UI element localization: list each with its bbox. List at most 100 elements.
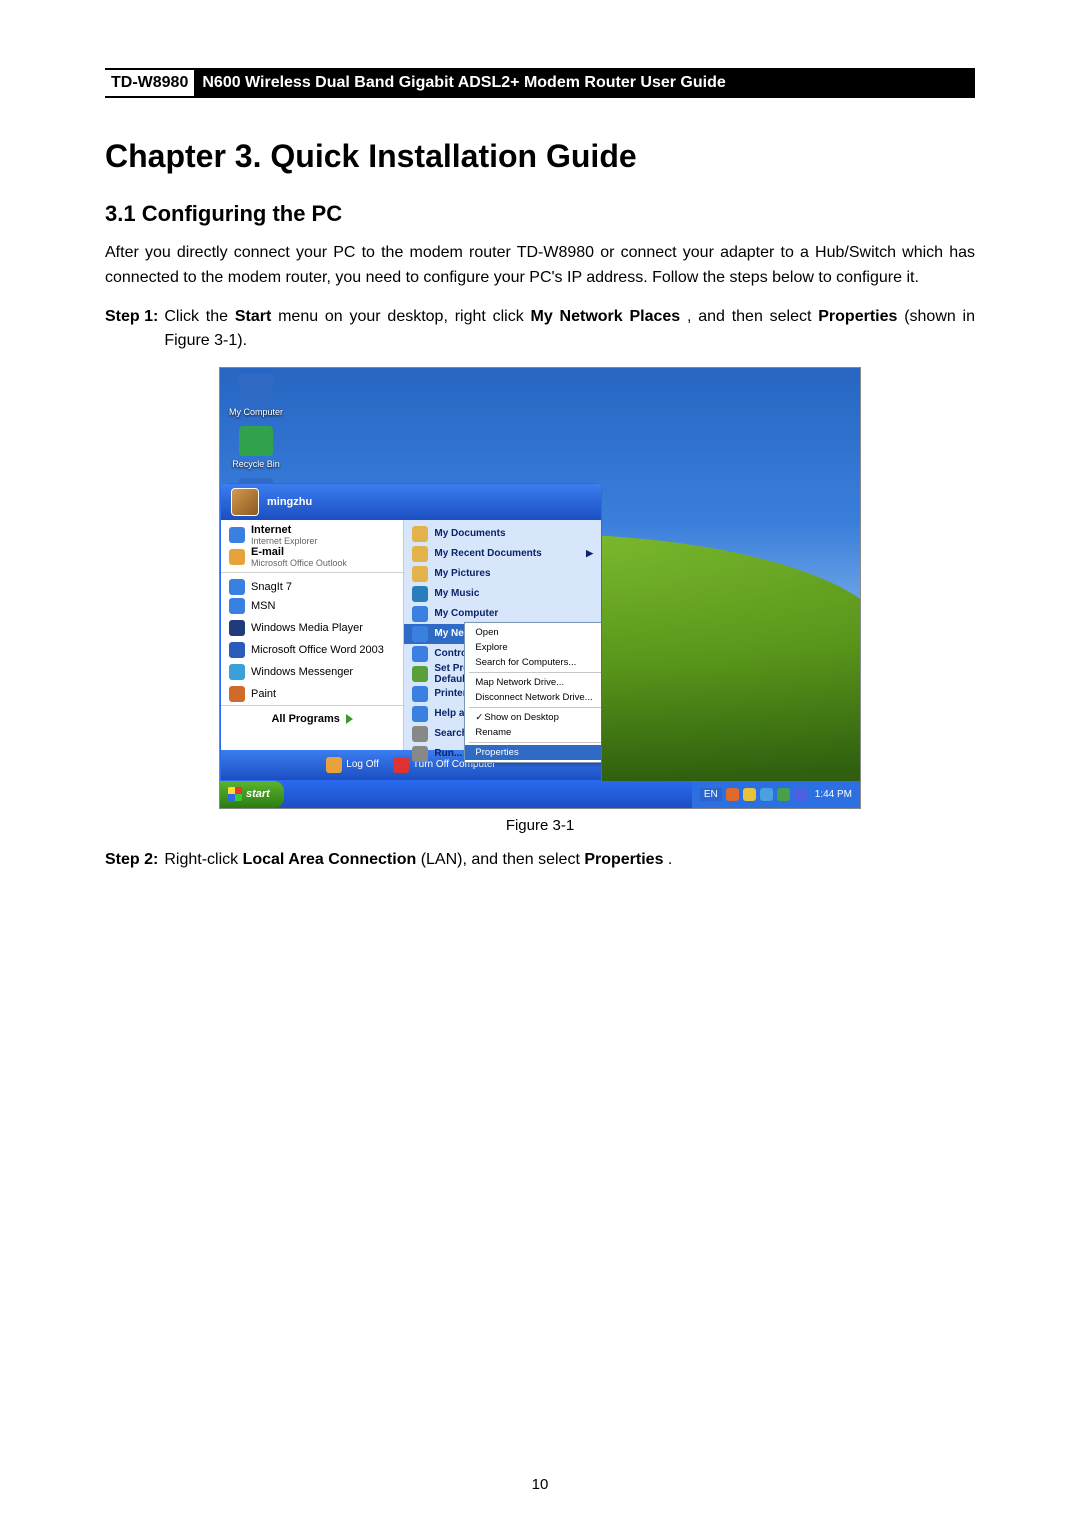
step-1-label: Step 1: xyxy=(105,305,158,353)
step-2-text: Right-click xyxy=(164,851,242,868)
all-programs-label: All Programs xyxy=(271,713,339,725)
control-panel-icon xyxy=(412,646,428,662)
start-item-title: E-mail xyxy=(251,546,347,558)
app-icon xyxy=(229,579,245,595)
start-item-title: MSN xyxy=(251,600,275,612)
ctx-label: Show on Desktop xyxy=(484,712,558,723)
tray-icon[interactable] xyxy=(743,788,756,801)
language-indicator[interactable]: EN xyxy=(700,788,722,801)
start-item-subtitle: Microsoft Office Outlook xyxy=(251,558,347,568)
folder-icon xyxy=(412,586,428,602)
tray-icon[interactable] xyxy=(726,788,739,801)
start-menu-header: mingzhu xyxy=(221,484,601,520)
start-right-label: My Recent Documents xyxy=(434,548,541,559)
logoff-button[interactable]: Log Off xyxy=(326,757,379,773)
header-bar: TD-W8980 N600 Wireless Dual Band Gigabit… xyxy=(105,68,975,98)
internet-icon xyxy=(229,527,245,543)
start-right-label: My Music xyxy=(434,588,479,599)
app-icon xyxy=(229,620,245,636)
figure-screenshot: My Computer Recycle Bin My Network Place… xyxy=(219,367,861,809)
start-item-title: SnagIt 7 xyxy=(251,581,292,593)
app-icon xyxy=(229,664,245,680)
ctx-disconnect-drive[interactable]: Disconnect Network Drive... xyxy=(465,690,602,705)
ctx-show-desktop[interactable]: ✓Show on Desktop xyxy=(465,710,602,725)
printer-icon xyxy=(412,686,428,702)
ctx-separator xyxy=(469,742,601,743)
start-right-label: My Documents xyxy=(434,528,505,539)
start-item-subtitle: Internet Explorer xyxy=(251,536,318,546)
start-item-title: Microsoft Office Word 2003 xyxy=(251,644,384,656)
ctx-properties[interactable]: Properties xyxy=(465,745,602,760)
start-right-mycomputer[interactable]: My Computer xyxy=(404,604,601,624)
taskbar-clock: 1:44 PM xyxy=(815,789,852,800)
start-item-email[interactable]: E-mail Microsoft Office Outlook xyxy=(221,546,403,568)
start-item-wmp[interactable]: Windows Media Player xyxy=(221,617,403,639)
step-1-text: Click the xyxy=(164,308,235,325)
step-2-bold-lan: Local Area Connection xyxy=(243,851,417,868)
page-number: 10 xyxy=(0,1476,1080,1493)
start-right-pictures[interactable]: My Pictures xyxy=(404,564,601,584)
start-right-music[interactable]: My Music xyxy=(404,584,601,604)
ctx-separator xyxy=(469,672,601,673)
start-item-word[interactable]: Microsoft Office Word 2003 xyxy=(221,639,403,661)
app-icon xyxy=(229,598,245,614)
start-item-messenger[interactable]: Windows Messenger xyxy=(221,661,403,683)
ctx-map-drive[interactable]: Map Network Drive... xyxy=(465,675,602,690)
start-button-label: start xyxy=(246,788,270,800)
step-2-text: . xyxy=(668,851,672,868)
arrow-right-icon xyxy=(346,714,353,724)
step-2-text: (LAN), and then select xyxy=(421,851,585,868)
tray-icon[interactable] xyxy=(777,788,790,801)
desktop-icon-my-computer[interactable]: My Computer xyxy=(226,374,286,417)
tray-icon[interactable] xyxy=(760,788,773,801)
start-item-paint[interactable]: Paint xyxy=(221,683,403,705)
start-menu-left-column: Internet Internet Explorer E-mail Micros… xyxy=(221,520,404,750)
start-item-msn[interactable]: MSN xyxy=(221,595,403,617)
folder-icon xyxy=(412,526,428,542)
email-icon xyxy=(229,549,245,565)
start-menu-username: mingzhu xyxy=(267,496,312,508)
start-item-title: Windows Messenger xyxy=(251,666,353,678)
folder-icon xyxy=(412,566,428,582)
program-access-icon xyxy=(412,666,428,682)
step-1-text: menu on your desktop, right click xyxy=(278,308,530,325)
start-right-label: My Pictures xyxy=(434,568,490,579)
start-right-label: My Computer xyxy=(434,608,498,619)
start-button[interactable]: start xyxy=(220,781,284,808)
run-icon xyxy=(412,746,428,762)
desktop-icon-label: Recycle Bin xyxy=(226,459,286,469)
step-2-body: Right-click Local Area Connection (LAN),… xyxy=(164,848,975,872)
network-icon xyxy=(412,626,428,642)
start-right-recent[interactable]: My Recent Documents ▶ xyxy=(404,544,601,564)
search-icon xyxy=(412,726,428,742)
computer-icon xyxy=(412,606,428,622)
header-title: N600 Wireless Dual Band Gigabit ADSL2+ M… xyxy=(194,70,975,96)
start-item-snagit[interactable]: SnagIt 7 xyxy=(221,572,403,595)
start-item-internet[interactable]: Internet Internet Explorer xyxy=(221,524,403,546)
arrow-right-icon: ▶ xyxy=(586,548,593,559)
desktop-icon-label: My Computer xyxy=(226,407,286,417)
step-1-bold-mynetwork: My Network Places xyxy=(531,308,681,325)
step-1-bold-start: Start xyxy=(235,308,271,325)
desktop-icon-recycle-bin[interactable]: Recycle Bin xyxy=(226,426,286,469)
intro-paragraph: After you directly connect your PC to th… xyxy=(105,241,975,291)
ctx-explore[interactable]: Explore xyxy=(465,640,602,655)
taskbar: start EN 1:44 PM xyxy=(220,781,860,808)
start-right-mydocs[interactable]: My Documents xyxy=(404,524,601,544)
computer-icon xyxy=(239,374,273,404)
start-item-title: Windows Media Player xyxy=(251,622,363,634)
step-1-body: Click the Start menu on your desktop, ri… xyxy=(164,305,975,353)
ctx-rename[interactable]: Rename xyxy=(465,725,602,740)
ctx-search-computers[interactable]: Search for Computers... xyxy=(465,655,602,670)
step-2: Step 2: Right-click Local Area Connectio… xyxy=(105,848,975,872)
start-right-label: Search xyxy=(434,728,467,739)
app-icon xyxy=(229,686,245,702)
tray-icon[interactable] xyxy=(794,788,807,801)
context-menu: Open Explore Search for Computers... Map… xyxy=(464,622,602,763)
start-menu: mingzhu Internet Internet Explorer E-mai… xyxy=(220,483,602,781)
step-2-label: Step 2: xyxy=(105,848,158,872)
start-all-programs[interactable]: All Programs xyxy=(221,705,403,732)
ctx-open[interactable]: Open xyxy=(465,625,602,640)
system-tray: EN 1:44 PM xyxy=(692,781,860,808)
step-1-text: , and then select xyxy=(687,308,818,325)
